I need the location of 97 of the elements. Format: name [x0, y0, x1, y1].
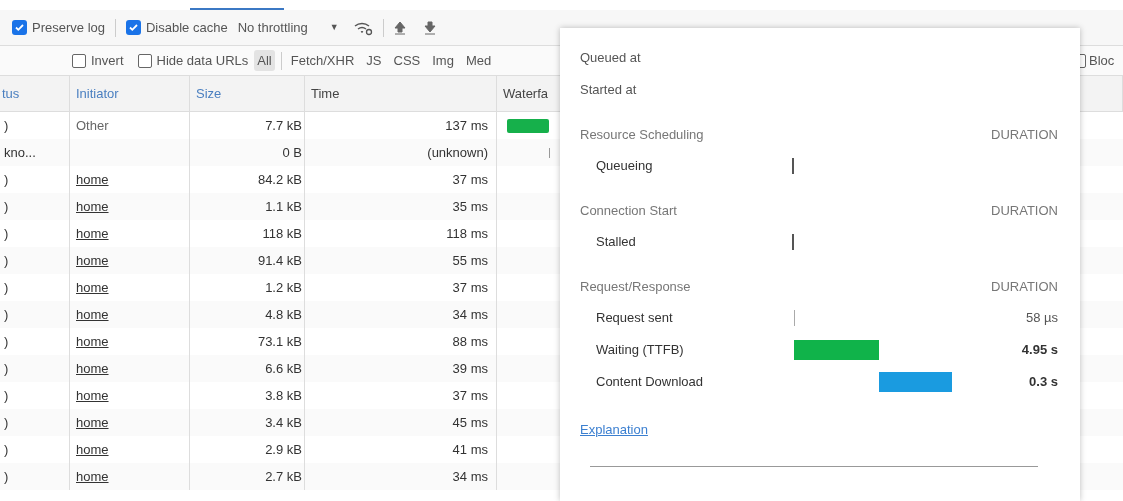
checkbox-label[interactable]: Hide data URLs	[156, 50, 249, 71]
duration-header: DURATION	[991, 202, 1058, 221]
table-cell-text: 45 ms	[452, 413, 488, 432]
initiator-link[interactable]: home	[76, 439, 109, 460]
table-cell-text: )	[4, 170, 9, 189]
checkbox-label[interactable]: Invert	[91, 50, 124, 71]
checkmark-icon	[128, 22, 139, 33]
duration-value: 4.95 s	[1020, 341, 1058, 360]
filter-type-tab[interactable]: JS	[363, 49, 385, 72]
filter-type-tab[interactable]: All	[254, 49, 275, 72]
table-cell-text: 34 ms	[452, 305, 488, 324]
table-cell-text: )	[4, 440, 9, 459]
table-cell-text: 37 ms	[452, 278, 488, 297]
table-cell-text: )	[4, 413, 9, 432]
initiator-link[interactable]: home	[76, 466, 109, 487]
initiator-link[interactable]: home	[76, 385, 109, 406]
initiator-link[interactable]: home	[76, 331, 109, 352]
table-cell-text: )	[4, 467, 9, 486]
table-cell-text: 4.8 kB	[265, 305, 302, 324]
section-title: Request/Response	[580, 278, 691, 297]
table-cell-text: 2.9 kB	[265, 440, 302, 459]
table-cell-text: )	[4, 116, 9, 135]
table-cell-text: 118 ms	[446, 224, 488, 243]
throttling-dropdown[interactable]: No throttling ▼	[237, 17, 343, 38]
table-cell-text: )	[4, 251, 9, 270]
table-cell-text: 41 ms	[452, 440, 488, 459]
table-cell-text: )	[4, 278, 9, 297]
table-cell-text: 118 kB	[262, 224, 302, 243]
table-cell-text: )	[4, 386, 9, 405]
initiator-link[interactable]: home	[76, 358, 109, 379]
timing-phase-label: Content Download	[596, 373, 704, 392]
table-cell-text: 35 ms	[452, 197, 488, 216]
column-header[interactable]: Size	[196, 83, 222, 104]
initiator-link[interactable]: home	[76, 169, 109, 190]
table-cell-text: 2.7 kB	[265, 467, 302, 486]
filter-type-tab[interactable]: CSS	[390, 49, 424, 72]
table-cell-text: Other	[76, 116, 109, 135]
initiator-link[interactable]: home	[76, 304, 109, 325]
table-cell-text: 88 ms	[452, 332, 488, 351]
table-cell-text: 6.6 kB	[265, 359, 302, 378]
table-cell-text: 137 ms	[445, 116, 488, 135]
filter-type-tab[interactable]: Fetch/XHR	[287, 49, 358, 72]
section-title: Resource Scheduling	[580, 126, 704, 145]
column-header[interactable]: Initiator	[76, 83, 119, 104]
download-icon[interactable]	[423, 20, 436, 35]
table-cell-text: 84.2 kB	[257, 170, 302, 189]
table-cell-text: 7.7 kB	[265, 116, 302, 135]
table-cell-text: 3.8 kB	[265, 386, 302, 405]
column-header[interactable]: Time	[311, 83, 340, 104]
table-cell-text: 37 ms	[452, 170, 488, 189]
section-title: Connection Start	[580, 202, 677, 221]
explanation-link[interactable]: Explanation	[580, 422, 648, 437]
upload-icon[interactable]	[393, 20, 406, 35]
checkbox-label[interactable]: Preserve log	[32, 17, 105, 38]
duration-header: DURATION	[991, 278, 1058, 297]
checkbox[interactable]	[137, 53, 152, 68]
duration-value: 58 µs	[1024, 309, 1058, 328]
checkbox[interactable]	[12, 20, 27, 35]
checkmark-icon	[14, 22, 25, 33]
table-cell-text: 1.2 kB	[265, 278, 302, 297]
table-cell-text: 91.4 kB	[257, 251, 302, 270]
table-cell-text: (unknown)	[427, 143, 488, 162]
timing-phase-label: Request sent	[596, 309, 674, 328]
table-cell-text: 55 ms	[452, 251, 488, 270]
checkbox[interactable]	[72, 53, 86, 68]
filter-type-tab[interactable]: Med	[462, 49, 495, 72]
timing-phase-label: Queueing	[596, 157, 654, 176]
filter-type-tab[interactable]: Img	[429, 49, 457, 72]
duration-header: DURATION	[991, 126, 1058, 145]
table-cell-text: 3.4 kB	[265, 413, 302, 432]
table-cell-text: 73.1 kB	[257, 332, 302, 351]
initiator-link[interactable]: home	[76, 250, 109, 271]
initiator-link[interactable]: home	[76, 196, 109, 217]
timing-phase-label: Waiting (TTFB)	[596, 341, 685, 360]
table-cell-text: )	[4, 359, 9, 378]
table-cell-text: 0 B	[282, 143, 302, 162]
checkbox-label[interactable]: Bloc	[1089, 50, 1115, 71]
column-header[interactable]: Waterfa	[503, 83, 549, 104]
timing-phase-label: Stalled	[596, 233, 637, 252]
timing-label: Queued at	[580, 49, 641, 68]
table-cell-text: 37 ms	[452, 386, 488, 405]
table-cell-text: )	[4, 224, 9, 243]
initiator-link[interactable]: home	[76, 277, 109, 298]
checkbox-label[interactable]: Disable cache	[146, 17, 228, 38]
table-cell-text: 34 ms	[452, 467, 488, 486]
initiator-link[interactable]: home	[76, 223, 109, 244]
initiator-link[interactable]: home	[76, 412, 109, 433]
duration-value: 0.3 s	[1028, 373, 1058, 392]
column-header[interactable]: tus	[2, 83, 20, 104]
checkbox[interactable]	[126, 20, 141, 35]
table-cell-text: )	[4, 332, 9, 351]
table-cell-text: kno...	[4, 143, 36, 162]
table-cell-text: )	[4, 305, 9, 324]
table-cell-text: 1.1 kB	[265, 197, 302, 216]
table-cell-text: 39 ms	[452, 359, 488, 378]
table-cell-text: )	[4, 197, 9, 216]
timing-label: Started at	[580, 81, 637, 100]
